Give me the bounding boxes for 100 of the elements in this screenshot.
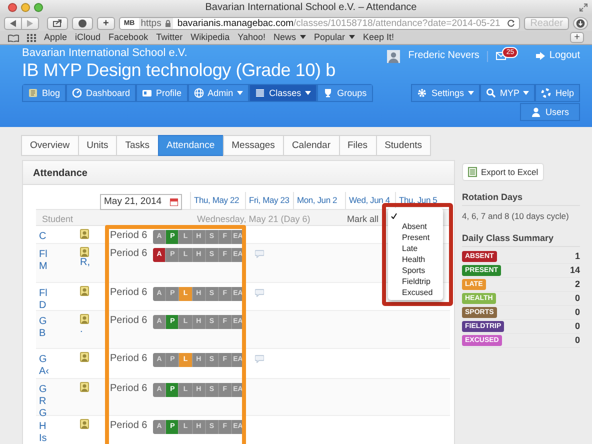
menu-item[interactable]: Absent bbox=[388, 221, 443, 232]
book-icon bbox=[28, 88, 38, 98]
student-name-link[interactable]: Fl D bbox=[39, 288, 48, 312]
search-icon bbox=[486, 88, 496, 98]
period-label: Period 6 bbox=[110, 287, 148, 299]
nav-button[interactable]: Classes bbox=[249, 84, 318, 102]
column-header: Student bbox=[42, 214, 74, 224]
close-button[interactable] bbox=[8, 3, 17, 12]
new-tab-button[interactable]: + bbox=[97, 16, 115, 30]
student-name-link[interactable]: G B bbox=[39, 316, 47, 340]
date-field[interactable]: May 21, 2014 bbox=[100, 194, 182, 210]
add-bookmark-button[interactable]: + bbox=[570, 32, 584, 43]
tab[interactable]: Units bbox=[78, 135, 118, 156]
status-count: 1 bbox=[574, 251, 580, 262]
tab[interactable]: Files bbox=[338, 135, 377, 156]
status-count: 0 bbox=[574, 321, 580, 332]
period-label: Period 6 bbox=[110, 383, 148, 395]
menu-item[interactable]: Fieldtrip bbox=[388, 276, 443, 287]
user-name[interactable]: Frederic Nevers bbox=[408, 50, 480, 62]
date-link[interactable]: Thu, Jun 5 bbox=[399, 195, 438, 205]
logout-link[interactable]: Logout bbox=[536, 50, 580, 62]
caret-icon bbox=[523, 91, 530, 96]
portrait-icon bbox=[80, 419, 89, 429]
date-link[interactable]: Mon, Jun 2 bbox=[297, 195, 338, 205]
back-button[interactable] bbox=[4, 16, 22, 30]
nav-button[interactable]: MYP bbox=[480, 84, 536, 102]
bookmark-link[interactable]: Facebook bbox=[108, 32, 148, 43]
minimize-button[interactable] bbox=[21, 3, 30, 12]
bookmark-link[interactable]: News bbox=[273, 32, 306, 43]
nav-button[interactable]: Help bbox=[535, 84, 580, 102]
section-title: Rotation Days bbox=[462, 192, 523, 202]
bookmark-link[interactable]: Apple bbox=[44, 32, 68, 43]
nav-button[interactable]: Users bbox=[520, 103, 580, 122]
period-label: Period 6 bbox=[110, 315, 148, 327]
mail-icon bbox=[496, 52, 506, 60]
share-button[interactable] bbox=[47, 16, 68, 30]
nav-button[interactable]: Blog bbox=[22, 84, 66, 102]
student-name-link[interactable]: G A‹ bbox=[39, 354, 49, 378]
comment-icon bbox=[255, 250, 264, 258]
menu-item[interactable]: Excused bbox=[388, 287, 443, 298]
caret-icon bbox=[237, 91, 244, 96]
nav-button[interactable]: Admin bbox=[188, 84, 250, 102]
extension-button[interactable] bbox=[72, 16, 93, 30]
nav-button[interactable]: Settings bbox=[411, 84, 480, 102]
bookmark-link[interactable]: iCloud bbox=[75, 32, 101, 43]
gear-icon bbox=[417, 88, 428, 98]
url-text: bavarianis.managebac.com/classes/10158718/attendance?date=2014-05-21 bbox=[177, 18, 502, 28]
school-name: Bavarian International School e.V. bbox=[22, 47, 188, 60]
student-name-link[interactable]: G R G bbox=[39, 384, 47, 420]
scheme-label: https bbox=[140, 18, 162, 28]
class-title: IB MYP Design technology (Grade 10) b bbox=[22, 60, 336, 80]
bookmark-link[interactable]: Popular bbox=[314, 32, 356, 43]
menu-item[interactable]: Health bbox=[388, 254, 443, 265]
tab[interactable]: Tasks bbox=[116, 135, 159, 156]
menu-item[interactable]: Present bbox=[388, 232, 443, 243]
student-name-link[interactable]: H Is bbox=[39, 421, 47, 444]
check-icon bbox=[391, 212, 397, 218]
tab[interactable]: Overview bbox=[21, 135, 79, 156]
zoom-button[interactable] bbox=[34, 3, 43, 12]
back-icon bbox=[10, 20, 16, 26]
downloads-button[interactable] bbox=[573, 16, 588, 30]
caret-icon bbox=[300, 35, 306, 40]
gauge-icon bbox=[72, 88, 82, 98]
book-icon bbox=[8, 34, 19, 42]
tab[interactable]: Attendance bbox=[158, 135, 224, 156]
bookmark-link[interactable]: Wikipedia bbox=[190, 32, 230, 43]
id-card-icon bbox=[142, 88, 152, 98]
tab[interactable]: Messages bbox=[222, 135, 284, 156]
caret-icon bbox=[468, 91, 474, 96]
status-count: 0 bbox=[574, 307, 580, 318]
student-name-link[interactable]: Fl M bbox=[39, 249, 48, 273]
portrait-icon bbox=[80, 314, 89, 324]
period-label: Period 6 bbox=[110, 230, 148, 242]
nav-button[interactable]: Groups bbox=[317, 84, 373, 102]
share-icon bbox=[53, 19, 62, 27]
date-link[interactable]: Fri, May 23 bbox=[249, 195, 290, 205]
grid-icon bbox=[27, 34, 36, 42]
date-link[interactable]: Thu, May 22 bbox=[194, 195, 240, 205]
tab[interactable]: Calendar bbox=[282, 135, 340, 156]
tab[interactable]: Students bbox=[376, 135, 432, 156]
bookmark-link[interactable]: Twitter bbox=[156, 32, 183, 43]
person-icon bbox=[531, 107, 542, 118]
bookmark-link[interactable]: Yahoo! bbox=[238, 32, 266, 43]
menu-item[interactable]: Late bbox=[388, 243, 443, 254]
status-count: 2 bbox=[574, 279, 580, 290]
portrait-icon bbox=[80, 286, 89, 296]
student-name-link[interactable]: C bbox=[39, 231, 46, 243]
calendar-icon bbox=[170, 198, 178, 206]
status-count: 0 bbox=[574, 293, 580, 304]
caret-icon bbox=[349, 35, 356, 40]
portrait-icon bbox=[80, 229, 89, 239]
menu-item[interactable]: Sports bbox=[388, 265, 443, 276]
export-button[interactable]: Export to Excel bbox=[462, 163, 544, 182]
bookmark-link[interactable]: Keep It! bbox=[363, 32, 394, 43]
nav-button[interactable]: Profile bbox=[136, 84, 188, 102]
logout-icon bbox=[536, 52, 546, 60]
nav-button[interactable]: Dashboard bbox=[66, 84, 136, 102]
period-label: Period 6 bbox=[110, 353, 148, 365]
date-link[interactable]: Wed, Jun 4 bbox=[349, 195, 390, 205]
portrait-icon bbox=[80, 352, 89, 362]
